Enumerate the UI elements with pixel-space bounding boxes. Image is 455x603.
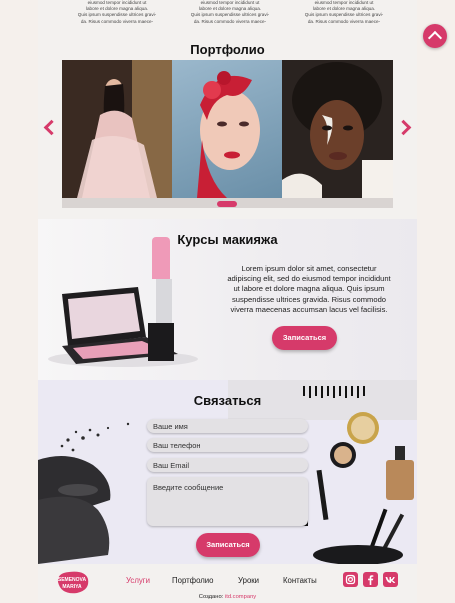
course-signup-button[interactable]: Записаться (272, 326, 337, 350)
woman-with-red-floral-makeup-image (197, 71, 260, 198)
snippet-3: eiusmod tempor incididunt ut labore et d… (304, 0, 384, 24)
portfolio-photo-1[interactable] (62, 60, 172, 198)
name-field[interactable] (147, 419, 308, 433)
vk-icon[interactable] (383, 572, 398, 587)
facebook-icon[interactable] (363, 572, 378, 587)
woman-in-pink-dress-image (62, 60, 172, 198)
brand-logo-image: SEMENOVA MARIYA (58, 571, 89, 594)
carousel-indicator[interactable] (217, 201, 237, 207)
portfolio-photo-3[interactable] (282, 60, 393, 198)
snippet-1: eiusmod tempor incididunt ut labore et d… (77, 0, 157, 24)
phone-field[interactable] (147, 438, 308, 452)
instagram-icon[interactable] (343, 572, 358, 587)
snippet-2: eiusmod tempor incididunt ut labore et d… (190, 0, 270, 24)
nav-portfolio-link[interactable]: Портфолио (172, 576, 214, 585)
portfolio-carousel (62, 60, 393, 208)
portfolio-title: Портфолио (190, 42, 265, 57)
scroll-up-icon[interactable] (423, 24, 447, 48)
credit-link[interactable]: itd.company (225, 594, 256, 600)
svg-text:MARIYA: MARIYA (62, 584, 82, 590)
svg-text:SEMENOVA: SEMENOVA (58, 577, 87, 583)
courses-description: Lorem ipsum dolor sit amet, consectetur … (227, 264, 391, 314)
portfolio-photo-2[interactable] (172, 60, 282, 198)
brand-logo[interactable]: SEMENOVA MARIYA (55, 570, 90, 595)
footer-credit: Создано: itd.company (198, 594, 257, 600)
courses-title: Курсы макияжа (177, 232, 278, 247)
nav-contacts-link[interactable]: Контакты (283, 576, 317, 585)
contact-title: Связаться (193, 393, 262, 408)
woman-with-white-face-art-image (282, 60, 393, 198)
message-field[interactable] (147, 477, 308, 526)
nav-lessons-link[interactable]: Уроки (238, 576, 259, 585)
nav-services-link[interactable]: Услуги (126, 576, 150, 585)
email-field[interactable] (147, 458, 308, 472)
contact-submit-button[interactable]: Записаться (196, 533, 260, 557)
